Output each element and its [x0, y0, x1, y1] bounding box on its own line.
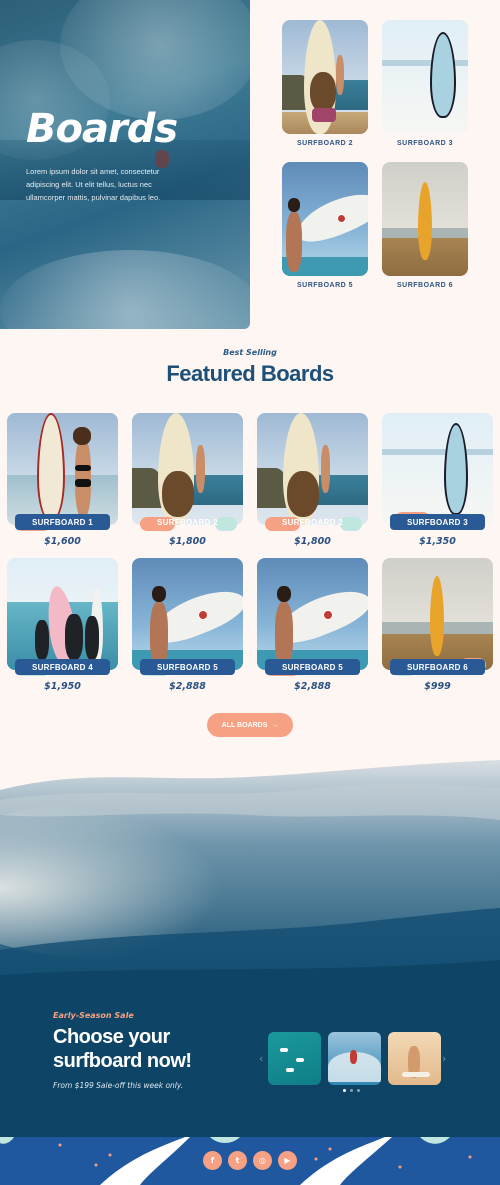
product-price: $2,888 — [169, 681, 206, 692]
product-price: $1,350 — [419, 536, 456, 547]
carousel-thumb[interactable] — [388, 1032, 441, 1085]
carousel-thumb[interactable] — [328, 1032, 381, 1085]
all-boards-label: ALL BOARDS — [221, 721, 268, 729]
product-card[interactable] — [132, 413, 243, 525]
carousel-dot[interactable] — [350, 1089, 353, 1092]
product-price: $1,950 — [44, 681, 81, 692]
product-name-tag[interactable]: SURFBOARD 5 — [140, 659, 235, 675]
product-name-tag[interactable]: SURFBOARD 1 — [15, 514, 110, 530]
product-price: $1,600 — [44, 536, 81, 547]
twitter-icon[interactable]: t — [228, 1151, 247, 1170]
carousel-dot[interactable] — [343, 1089, 346, 1092]
top-card-surfboard-6[interactable] — [382, 162, 468, 276]
top-card-surfboard-5[interactable] — [282, 162, 368, 276]
top-card-label[interactable]: SURFBOARD 5 — [282, 282, 368, 289]
arrow-right-icon: → — [271, 721, 279, 729]
carousel-thumb[interactable] — [268, 1032, 321, 1085]
youtube-icon[interactable]: ▶ — [278, 1151, 297, 1170]
product-name-tag[interactable]: SURFBOARD 6 — [390, 659, 485, 675]
product-card[interactable] — [257, 413, 368, 525]
featured-eyebrow: Best Selling — [223, 348, 277, 357]
top-card-surfboard-3[interactable] — [382, 20, 468, 134]
wave-banner-image — [0, 760, 500, 1000]
top-card-label[interactable]: SURFBOARD 2 — [282, 140, 368, 147]
product-card[interactable] — [7, 558, 118, 670]
chevron-right-icon[interactable]: › — [442, 1052, 446, 1065]
footer — [0, 1137, 500, 1185]
product-name-tag[interactable]: SURFBOARD 2 — [265, 514, 360, 530]
top-card-label[interactable]: SURFBOARD 3 — [382, 140, 468, 147]
carousel-dot[interactable] — [357, 1089, 360, 1092]
product-name-tag[interactable]: SURFBOARD 2 — [140, 514, 235, 530]
product-card[interactable] — [382, 413, 493, 525]
product-card[interactable] — [132, 558, 243, 670]
facebook-icon[interactable]: f — [203, 1151, 222, 1170]
product-name-tag[interactable]: SURFBOARD 3 — [390, 514, 485, 530]
chevron-left-icon[interactable]: ‹ — [259, 1052, 263, 1065]
sale-title: Choose your surfboard now! — [53, 1026, 192, 1072]
product-name-tag[interactable]: SURFBOARD 5 — [265, 659, 360, 675]
instagram-icon[interactable]: ◎ — [253, 1151, 272, 1170]
product-price: $999 — [424, 681, 451, 692]
product-card[interactable] — [382, 558, 493, 670]
product-card[interactable] — [7, 413, 118, 525]
product-price: $1,800 — [294, 536, 331, 547]
hero-banner: Boards Lorem ipsum dolor sit amet, conse… — [0, 0, 250, 329]
top-card-label[interactable]: SURFBOARD 6 — [382, 282, 468, 289]
product-price: $2,888 — [294, 681, 331, 692]
featured-title: Featured Boards — [166, 361, 334, 386]
product-card[interactable] — [257, 558, 368, 670]
product-name-tag[interactable]: SURFBOARD 4 — [15, 659, 110, 675]
hero-title: Boards — [26, 106, 178, 152]
product-price: $1,800 — [169, 536, 206, 547]
top-card-surfboard-2[interactable] — [282, 20, 368, 134]
sale-eyebrow: Early-Season Sale — [53, 1011, 134, 1020]
sale-description: From $199 Sale-off this week only. — [53, 1081, 184, 1090]
hero-description: Lorem ipsum dolor sit amet, consectetur … — [26, 167, 161, 202]
all-boards-button[interactable]: ALL BOARDS → — [207, 713, 293, 737]
